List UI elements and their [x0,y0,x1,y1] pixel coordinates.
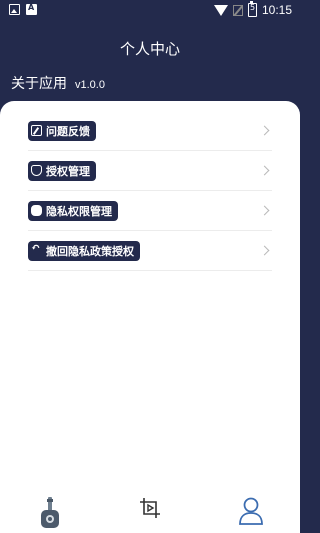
menu-item-revoke-privacy[interactable]: 撤回隐私政策授权 [28,231,272,271]
hand-icon [31,205,42,216]
bottom-nav [0,490,300,533]
image-notification-icon [9,4,20,15]
undo-icon [31,241,42,256]
chevron-right-icon [259,205,270,216]
menu-item-privacy-permissions[interactable]: 隐私权限管理 [28,191,272,231]
menu-item-feedback[interactable]: 问题反馈 [28,111,272,151]
tab-profile[interactable] [230,492,270,532]
menu-item-pill: 问题反馈 [28,120,96,141]
video-crop-icon [140,497,160,518]
app-notification-icon: A [26,3,37,15]
guitar-icon [41,496,59,528]
chevron-right-icon [259,245,270,256]
battery-icon: 5 [247,1,257,17]
tab-instrument[interactable] [30,492,70,532]
menu-item-authorization[interactable]: 授权管理 [28,151,272,191]
menu-item-label: 隐私权限管理 [46,204,112,218]
wifi-icon [213,4,228,16]
page-title: 个人中心 [119,40,180,58]
menu-item-pill: 隐私权限管理 [28,200,118,221]
shield-icon [31,165,42,176]
menu-item-label: 问题反馈 [46,124,90,138]
no-signal-icon [232,4,243,16]
status-bar: A 5 10:15 [0,0,300,22]
chevron-right-icon [259,125,270,136]
menu-item-label: 撤回隐私政策授权 [46,244,134,258]
menu-list: 问题反馈 授权管理 隐私权限管理 撤回隐私政策授权 [28,111,272,271]
clock: 10:15 [261,3,292,17]
person-icon [239,497,263,525]
tab-video[interactable] [130,492,170,532]
menu-item-pill: 授权管理 [28,160,96,181]
chevron-right-icon [259,165,270,176]
menu-item-label: 授权管理 [46,164,90,178]
about-app[interactable]: 关于应用 v1.0.0 [11,73,105,93]
menu-item-pill: 撤回隐私政策授权 [28,240,140,261]
app-version: v1.0.0 [75,79,105,91]
about-app-label: 关于应用 [11,76,67,92]
menu-card: 问题反馈 授权管理 隐私权限管理 撤回隐私政策授权 [0,101,300,533]
edit-icon [31,125,42,136]
